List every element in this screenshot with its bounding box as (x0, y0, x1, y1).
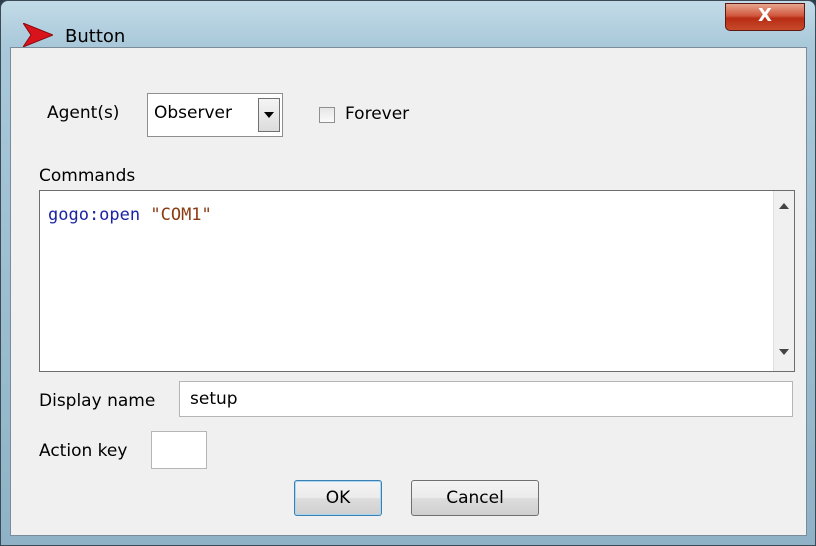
code-string: "COM1" (150, 205, 212, 225)
commands-label: Commands (39, 166, 136, 186)
code-line: gogo:open "COM1" (48, 205, 212, 225)
action-key-label: Action key (39, 441, 128, 461)
forever-label[interactable]: Forever (345, 104, 409, 124)
title-bar[interactable]: Button X (1, 1, 815, 47)
ok-button[interactable]: OK (294, 480, 382, 516)
dialog-window: Button X Agent(s) Observer Forever Comma… (0, 0, 816, 546)
chevron-down-icon[interactable] (258, 98, 280, 132)
code-command: gogo:open (48, 205, 151, 225)
action-key-input[interactable] (151, 431, 207, 469)
window-title: Button (65, 26, 126, 47)
display-name-input[interactable]: setup (179, 381, 793, 417)
display-name-label: Display name (39, 391, 156, 411)
scroll-up-icon[interactable] (779, 203, 789, 209)
agents-label: Agent(s) (47, 103, 120, 123)
cancel-button[interactable]: Cancel (411, 480, 539, 516)
vertical-scrollbar[interactable] (773, 191, 794, 371)
forever-checkbox[interactable] (319, 107, 335, 123)
scroll-down-icon[interactable] (779, 349, 789, 355)
close-icon: X (758, 5, 772, 26)
red-arrow-icon (23, 23, 53, 47)
close-button[interactable]: X (725, 3, 805, 31)
agents-selected-value: Observer (154, 103, 232, 123)
commands-editor[interactable]: gogo:open "COM1" (39, 190, 795, 372)
dialog-body: Agent(s) Observer Forever Commands gogo:… (10, 47, 807, 536)
agents-dropdown[interactable]: Observer (147, 93, 283, 137)
